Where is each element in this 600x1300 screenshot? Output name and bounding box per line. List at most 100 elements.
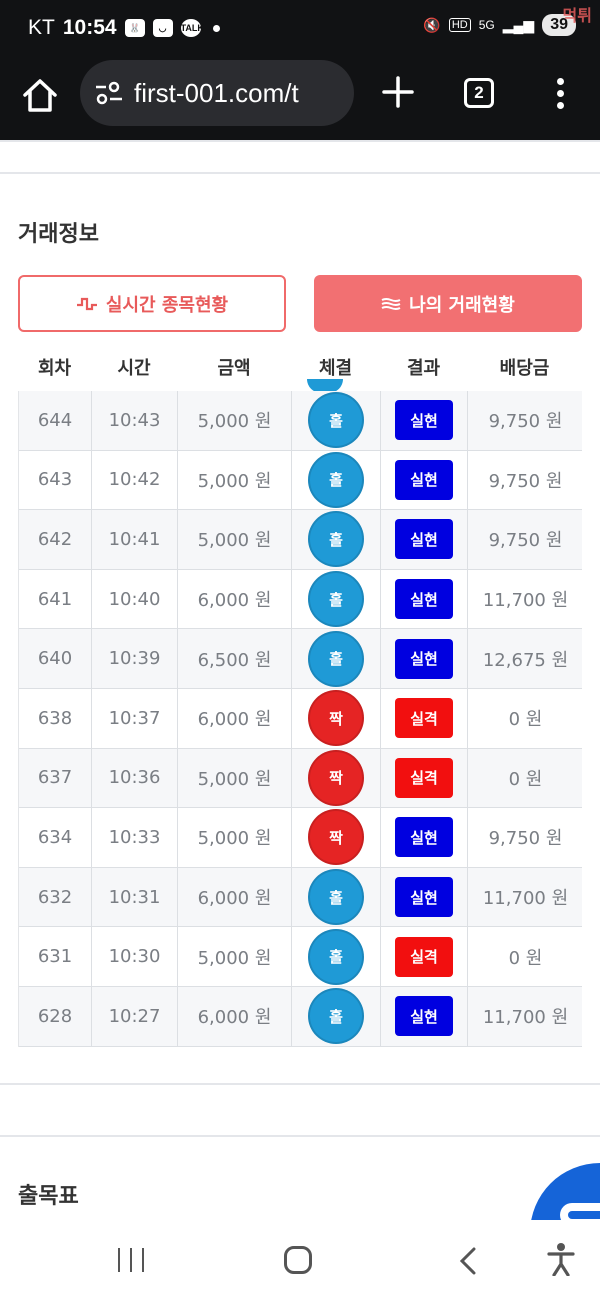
round-cell: 637 bbox=[19, 748, 92, 808]
win-badge: 실현 bbox=[395, 579, 453, 620]
table-header: 회차 시간 금액 체결 결과 배당금 bbox=[18, 347, 582, 391]
win-badge: 실현 bbox=[395, 519, 453, 560]
recent-bar-icon bbox=[130, 1248, 132, 1272]
signal-icon: ▂▄▆ bbox=[502, 16, 535, 33]
table-row[interactable]: 637 10:36 5,000 원 짝 실격 0 원 bbox=[19, 748, 582, 809]
my-trades-button[interactable]: 나의 거래현황 bbox=[314, 275, 582, 332]
odd-ball: 홀 bbox=[308, 928, 364, 985]
table-row[interactable]: 631 10:30 5,000 원 홀 실격 0 원 bbox=[19, 927, 582, 987]
system-nav-bar bbox=[0, 1220, 600, 1300]
round-cell: 638 bbox=[19, 689, 92, 748]
table-row[interactable]: 643 10:42 5,000 원 홀 실현 9,750 원 bbox=[19, 450, 582, 511]
time-cell: 10:37 bbox=[92, 689, 178, 748]
even-ball: 짝 bbox=[308, 809, 364, 866]
watermark-text: 먹튀 bbox=[562, 6, 592, 25]
accessibility-button[interactable] bbox=[546, 1242, 576, 1277]
rabbit-icon: 🐰 bbox=[124, 19, 145, 37]
win-badge: 실현 bbox=[395, 459, 453, 500]
column-header: 금액 bbox=[217, 358, 251, 379]
table-row[interactable]: 628 10:27 6,000 원 홀 실현 11,700 원 bbox=[19, 987, 582, 1047]
smile-app-icon: ◡ bbox=[152, 19, 173, 37]
amount-cell: 6,500 원 bbox=[178, 629, 292, 688]
network-label: 5G bbox=[478, 18, 495, 32]
table-row[interactable]: 634 10:33 5,000 원 짝 실현 9,750 원 bbox=[19, 808, 582, 868]
pick-cell: 홀 bbox=[292, 867, 381, 927]
more-menu-button[interactable] bbox=[550, 78, 570, 112]
round-cell: 631 bbox=[19, 927, 92, 986]
recent-apps-button[interactable] bbox=[118, 1248, 144, 1272]
time-cell: 10:36 bbox=[92, 748, 178, 808]
pick-cell: 홀 bbox=[292, 391, 381, 450]
result-cell: 실현 bbox=[381, 629, 468, 688]
win-badge: 실현 bbox=[395, 638, 453, 679]
result-cell: 실현 bbox=[381, 569, 468, 629]
top-divider bbox=[0, 140, 600, 142]
time-cell: 10:30 bbox=[92, 927, 178, 986]
pick-cell: 홀 bbox=[292, 450, 381, 510]
round-cell: 632 bbox=[19, 867, 92, 927]
section-divider bbox=[0, 172, 600, 174]
round-cell: 641 bbox=[19, 569, 92, 629]
live-status-label: 실시간 종목현황 bbox=[105, 294, 229, 316]
odd-ball: 홀 bbox=[308, 511, 364, 568]
live-status-button[interactable]: 실시간 종목현황 bbox=[18, 275, 286, 332]
section-divider bbox=[0, 1135, 600, 1137]
amount-cell: 5,000 원 bbox=[178, 927, 292, 986]
browser-toolbar: first-001.com/t 2 bbox=[0, 56, 600, 140]
plus-icon bbox=[382, 76, 414, 108]
recent-bar-icon bbox=[118, 1248, 120, 1272]
pulse-icon bbox=[76, 297, 97, 310]
tab-switcher-button[interactable]: 2 bbox=[464, 78, 494, 108]
pick-cell: 홀 bbox=[292, 987, 381, 1046]
column-header: 회차 bbox=[37, 358, 72, 379]
table-row[interactable]: 644 10:43 5,000 원 홀 실현 9,750 원 bbox=[19, 391, 582, 451]
wave-icon bbox=[381, 297, 401, 310]
round-cell: 640 bbox=[19, 629, 92, 688]
url-bar[interactable]: first-001.com/t bbox=[80, 60, 354, 126]
pick-cell: 홀 bbox=[292, 510, 381, 569]
result-cell: 실현 bbox=[381, 987, 468, 1046]
notification-dot-icon bbox=[212, 24, 220, 32]
more-dot-icon bbox=[556, 90, 564, 97]
payout-cell: 11,700 원 bbox=[482, 1007, 569, 1029]
section-divider bbox=[0, 1083, 600, 1085]
even-ball: 짝 bbox=[308, 690, 364, 747]
back-button[interactable] bbox=[456, 1246, 480, 1276]
payout-cell: 0 원 bbox=[508, 768, 543, 790]
time-cell: 10:43 bbox=[92, 391, 178, 450]
my-trades-label: 나의 거래현황 bbox=[409, 294, 515, 316]
amount-cell: 5,000 원 bbox=[178, 510, 292, 569]
time-cell: 10:40 bbox=[92, 569, 178, 629]
table-row[interactable]: 632 10:31 6,000 원 홀 실현 11,700 원 bbox=[19, 867, 582, 928]
hd-icon: HD bbox=[448, 18, 471, 32]
pick-cell: 홀 bbox=[292, 629, 381, 688]
lose-badge: 실격 bbox=[395, 936, 453, 977]
home-nav-button[interactable] bbox=[284, 1246, 312, 1274]
recent-bar-icon bbox=[142, 1248, 144, 1272]
win-badge: 실현 bbox=[395, 877, 453, 918]
table-row[interactable]: 638 10:37 6,000 원 짝 실격 0 원 bbox=[19, 689, 582, 749]
payout-cell: 11,700 원 bbox=[482, 888, 569, 910]
amount-cell: 5,000 원 bbox=[178, 808, 292, 867]
result-cell: 실현 bbox=[381, 450, 468, 510]
table-row[interactable]: 642 10:41 5,000 원 홀 실현 9,750 원 bbox=[19, 510, 582, 570]
new-tab-button[interactable] bbox=[380, 74, 416, 110]
trade-info-title: 거래정보 bbox=[18, 221, 99, 246]
tab-count: 2 bbox=[474, 83, 484, 102]
amount-cell: 5,000 원 bbox=[178, 450, 292, 510]
home-button[interactable] bbox=[20, 76, 60, 116]
table-row[interactable]: 640 10:39 6,500 원 홀 실현 12,675 원 bbox=[19, 629, 582, 689]
table-row[interactable]: 641 10:40 6,000 원 홀 실현 11,700 원 bbox=[19, 569, 582, 630]
trade-table[interactable]: 644 10:43 5,000 원 홀 실현 9,750 원 643 10:42 5,000 원… bbox=[18, 391, 582, 1047]
round-cell: 644 bbox=[19, 391, 92, 450]
status-right: 🔇 HD 5G ▂▄▆ 39 bbox=[423, 14, 576, 36]
amount-cell: 5,000 원 bbox=[178, 748, 292, 808]
status-left: KT 10:54 🐰 ◡ TALK bbox=[28, 16, 220, 40]
amount-cell: 6,000 원 bbox=[178, 569, 292, 629]
more-dot-icon bbox=[556, 102, 564, 109]
draw-table-title: 출목표 bbox=[18, 1183, 79, 1208]
round-cell: 628 bbox=[19, 987, 92, 1046]
pick-cell: 짝 bbox=[292, 808, 381, 867]
status-bar: KT 10:54 🐰 ◡ TALK 🔇 HD 5G ▂▄▆ 39 먹튀 bbox=[0, 0, 600, 56]
odd-ball: 홀 bbox=[308, 869, 364, 926]
